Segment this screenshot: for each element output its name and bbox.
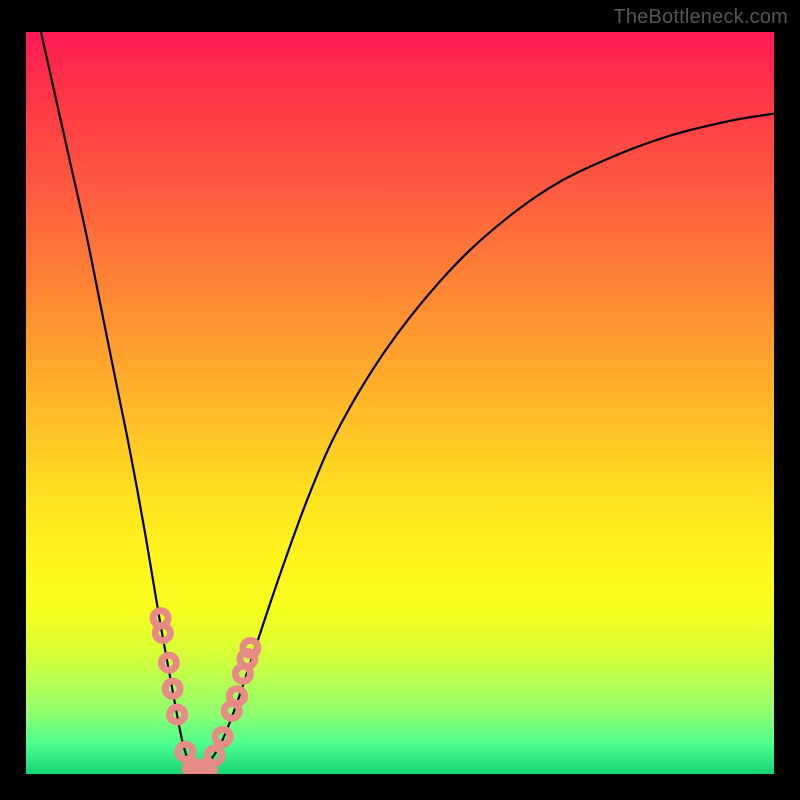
curve-right-branch <box>198 114 774 774</box>
chart-stage: TheBottleneck.com <box>0 0 800 800</box>
marker-ring <box>161 655 176 670</box>
marker-group <box>153 611 258 774</box>
curve-left-branch <box>41 32 194 774</box>
marker-ring <box>229 689 244 704</box>
chart-overlay <box>26 32 774 774</box>
plot-area <box>26 32 774 774</box>
marker-ring <box>243 640 258 655</box>
watermark-text: TheBottleneck.com <box>613 6 788 29</box>
